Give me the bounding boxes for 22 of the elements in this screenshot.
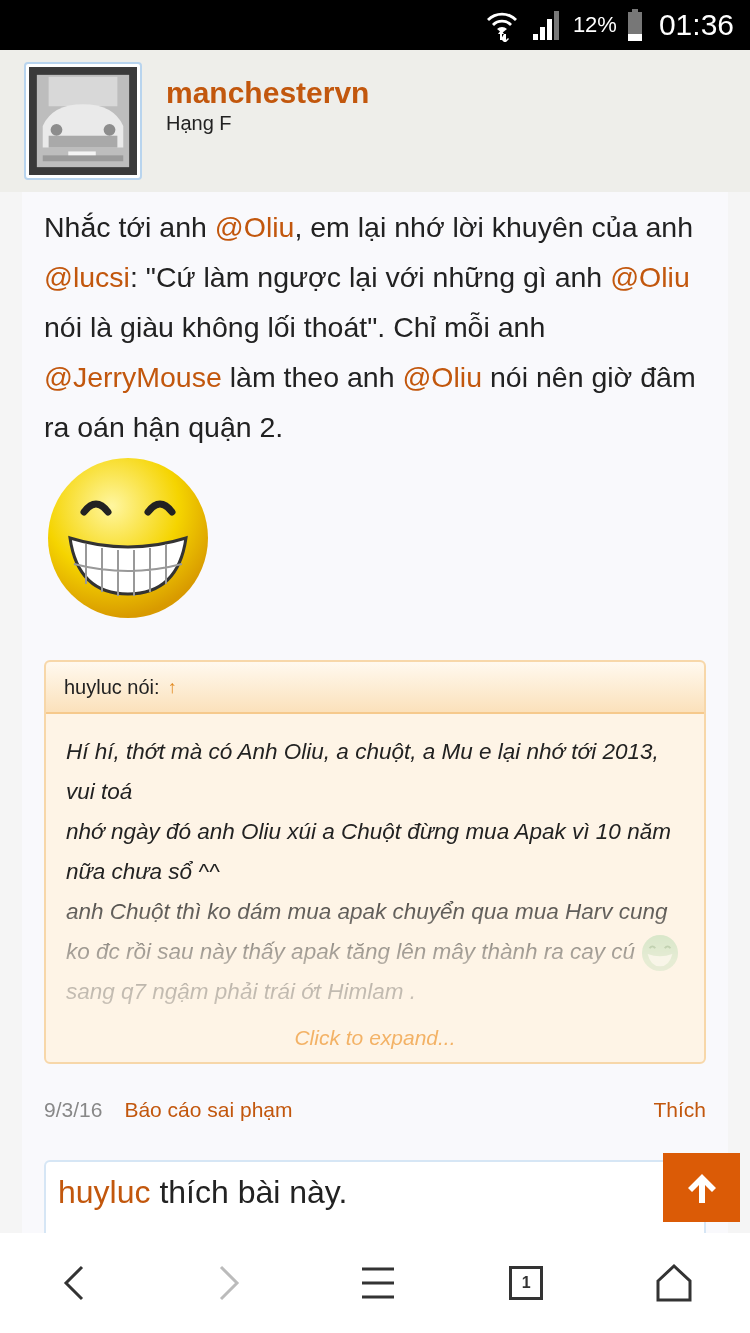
username-link[interactable]: manchestervn: [166, 76, 370, 110]
post-text: Nhắc tới anh @Oliu, em lại nhớ lời khuyên của anh @lucsi: "Cứ làm ngược lại với những gì anh @Oliu nói là giàu không lối thoát". Chỉ mỗi anh @JerryMouse làm theo anh @Oliu nói nên giờ đâm ra oán hận quận 2.: [44, 210, 697, 445]
mention-link[interactable]: @JerryMouse: [44, 361, 222, 393]
report-link[interactable]: Báo cáo sai phạm: [124, 1098, 293, 1122]
username-link[interactable]: huyluc: [58, 1174, 151, 1210]
mention-link[interactable]: @Oliu: [610, 261, 690, 293]
mention-link[interactable]: @lucsi: [44, 261, 130, 293]
scroll-top-button[interactable]: [663, 1153, 740, 1222]
mention-link[interactable]: @Oliu: [402, 361, 483, 393]
home-icon[interactable]: [654, 1263, 695, 1303]
grinning-smiley-icon: [46, 456, 210, 620]
mention-link[interactable]: @Oliu: [214, 211, 295, 243]
quote-author: huyluc nói:: [64, 675, 160, 699]
user-rank: Hạng F: [166, 112, 233, 135]
battery-icon: [626, 8, 643, 42]
grinning-smiley-icon: [641, 934, 680, 973]
battery-percent: 12%: [572, 12, 617, 38]
like-link[interactable]: Thích: [653, 1098, 706, 1122]
tabs-button[interactable]: 1: [509, 1266, 544, 1300]
clock-time: 01:36: [658, 8, 734, 42]
jump-link[interactable]: ↑: [167, 676, 177, 698]
post-date: 9/3/16: [44, 1098, 103, 1122]
